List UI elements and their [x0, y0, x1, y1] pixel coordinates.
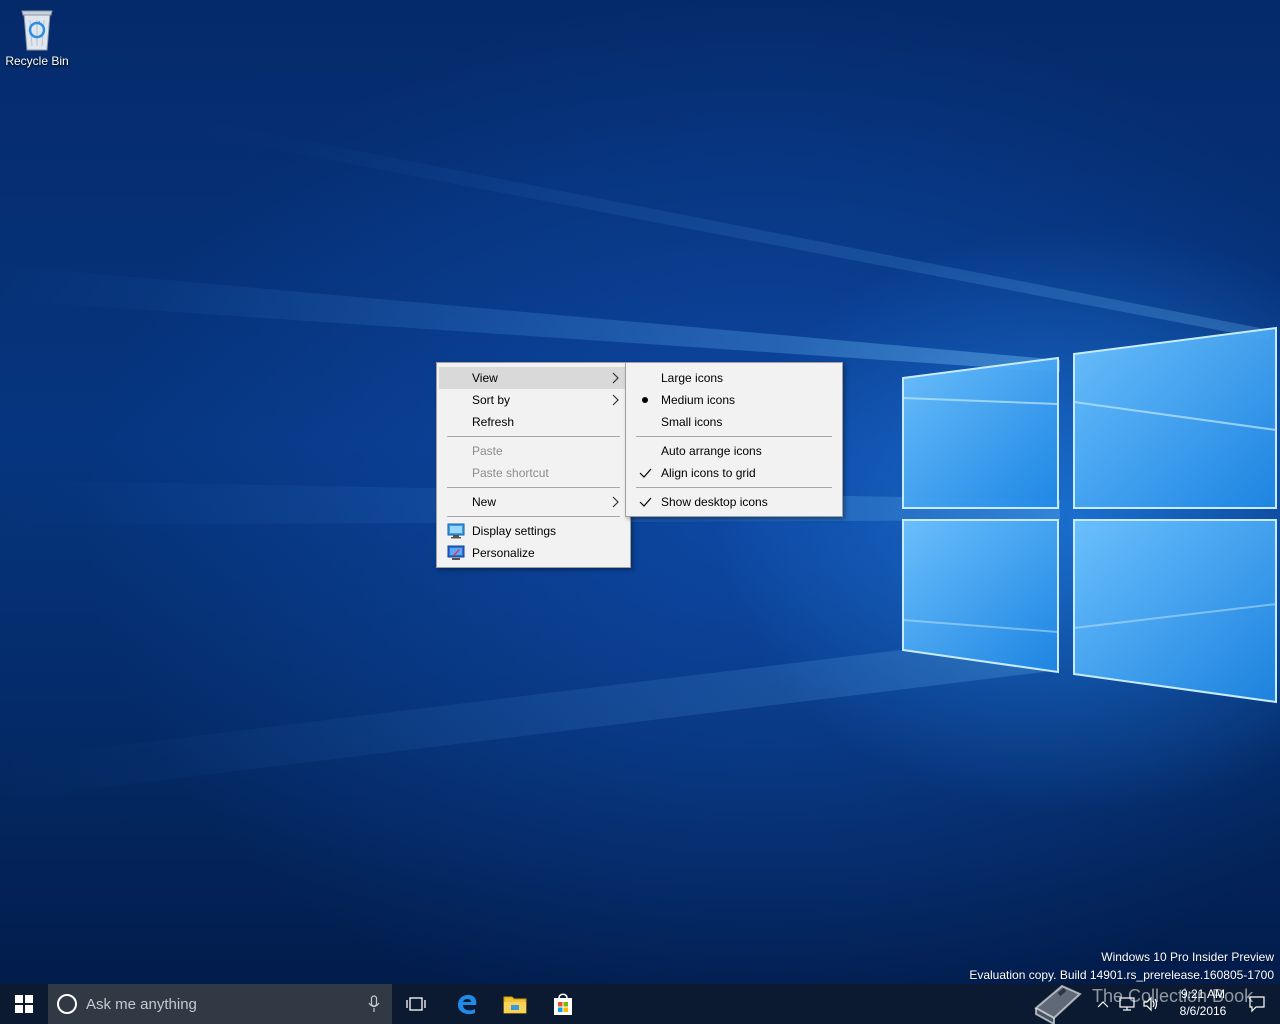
menu-separator	[628, 484, 840, 491]
edge-taskbar-button[interactable]	[444, 984, 490, 1024]
menu-item-view[interactable]: View	[439, 367, 628, 389]
view-submenu: Large icons Medium icons Small icons Aut…	[625, 362, 843, 517]
personalize-icon	[447, 545, 465, 560]
chevron-right-icon	[612, 372, 619, 384]
menu-item-label: Paste	[472, 444, 503, 458]
microphone-icon[interactable]	[368, 995, 380, 1013]
menu-item-paste[interactable]: Paste	[439, 440, 628, 462]
menu-item-label: Show desktop icons	[661, 495, 768, 509]
search-placeholder: Ask me anything	[86, 995, 197, 1013]
menu-item-label: Small icons	[661, 415, 723, 429]
menu-separator	[628, 433, 840, 440]
menu-item-new[interactable]: New	[439, 491, 628, 513]
menu-item-label: Medium icons	[661, 393, 736, 407]
recycle-bin-icon	[21, 10, 53, 51]
menu-item-label: Paste shortcut	[472, 466, 549, 480]
menu-separator	[439, 513, 628, 520]
menu-separator	[439, 433, 628, 440]
menu-item-personalize[interactable]: Personalize	[439, 542, 628, 564]
bullet-icon	[642, 397, 648, 403]
task-view-button[interactable]	[394, 984, 438, 1024]
submenu-item-large-icons[interactable]: Large icons	[628, 367, 840, 389]
book-logo-icon	[1034, 984, 1082, 1024]
chevron-right-icon	[612, 496, 619, 508]
menu-item-label: Align icons to grid	[661, 466, 756, 480]
menu-item-label: Display settings	[472, 524, 557, 538]
menu-item-label: Auto arrange icons	[661, 444, 762, 458]
menu-item-label: New	[472, 495, 497, 509]
menu-item-sort-by[interactable]: Sort by	[439, 389, 628, 411]
start-button[interactable]	[0, 984, 48, 1024]
collection-book-text: The Collection Book	[1092, 986, 1254, 1006]
desktop-icon-recycle-bin[interactable]: Recycle Bin	[4, 6, 70, 76]
menu-item-label: Refresh	[472, 415, 515, 429]
submenu-item-auto-arrange[interactable]: Auto arrange icons	[628, 440, 840, 462]
chevron-right-icon	[612, 394, 619, 406]
menu-item-label: Large icons	[661, 371, 724, 385]
menu-separator	[439, 484, 628, 491]
cortana-icon	[57, 994, 77, 1014]
store-taskbar-button[interactable]	[540, 984, 586, 1024]
menu-item-display-settings[interactable]: Display settings	[439, 520, 628, 542]
desktop-context-menu: View Sort by Refresh Paste Paste shortcu…	[436, 362, 631, 568]
menu-item-label: Personalize	[472, 546, 535, 560]
watermark-edition: Windows 10 Pro Insider Preview	[1101, 950, 1274, 964]
submenu-item-medium-icons[interactable]: Medium icons	[628, 389, 840, 411]
store-icon	[554, 993, 572, 1015]
checkmark-icon	[639, 468, 652, 478]
task-view-icon	[406, 997, 426, 1011]
file-explorer-icon	[503, 996, 527, 1014]
submenu-item-show-desktop-icons[interactable]: Show desktop icons	[628, 491, 840, 513]
windows-logo-icon	[15, 995, 33, 1013]
menu-item-refresh[interactable]: Refresh	[439, 411, 628, 433]
submenu-item-small-icons[interactable]: Small icons	[628, 411, 840, 433]
file-explorer-taskbar-button[interactable]	[492, 984, 538, 1024]
menu-item-label: Sort by	[472, 393, 511, 407]
edge-icon	[458, 994, 477, 1015]
menu-item-label: View	[472, 371, 498, 385]
menu-item-paste-shortcut[interactable]: Paste shortcut	[439, 462, 628, 484]
display-settings-icon	[447, 523, 465, 539]
desktop-icon-label: Recycle Bin	[5, 54, 69, 68]
checkmark-icon	[639, 497, 652, 507]
cortana-search-box[interactable]: Ask me anything	[48, 984, 392, 1024]
collection-book-overlay: The Collection Book	[1030, 978, 1280, 1024]
submenu-item-align-to-grid[interactable]: Align icons to grid	[628, 462, 840, 484]
